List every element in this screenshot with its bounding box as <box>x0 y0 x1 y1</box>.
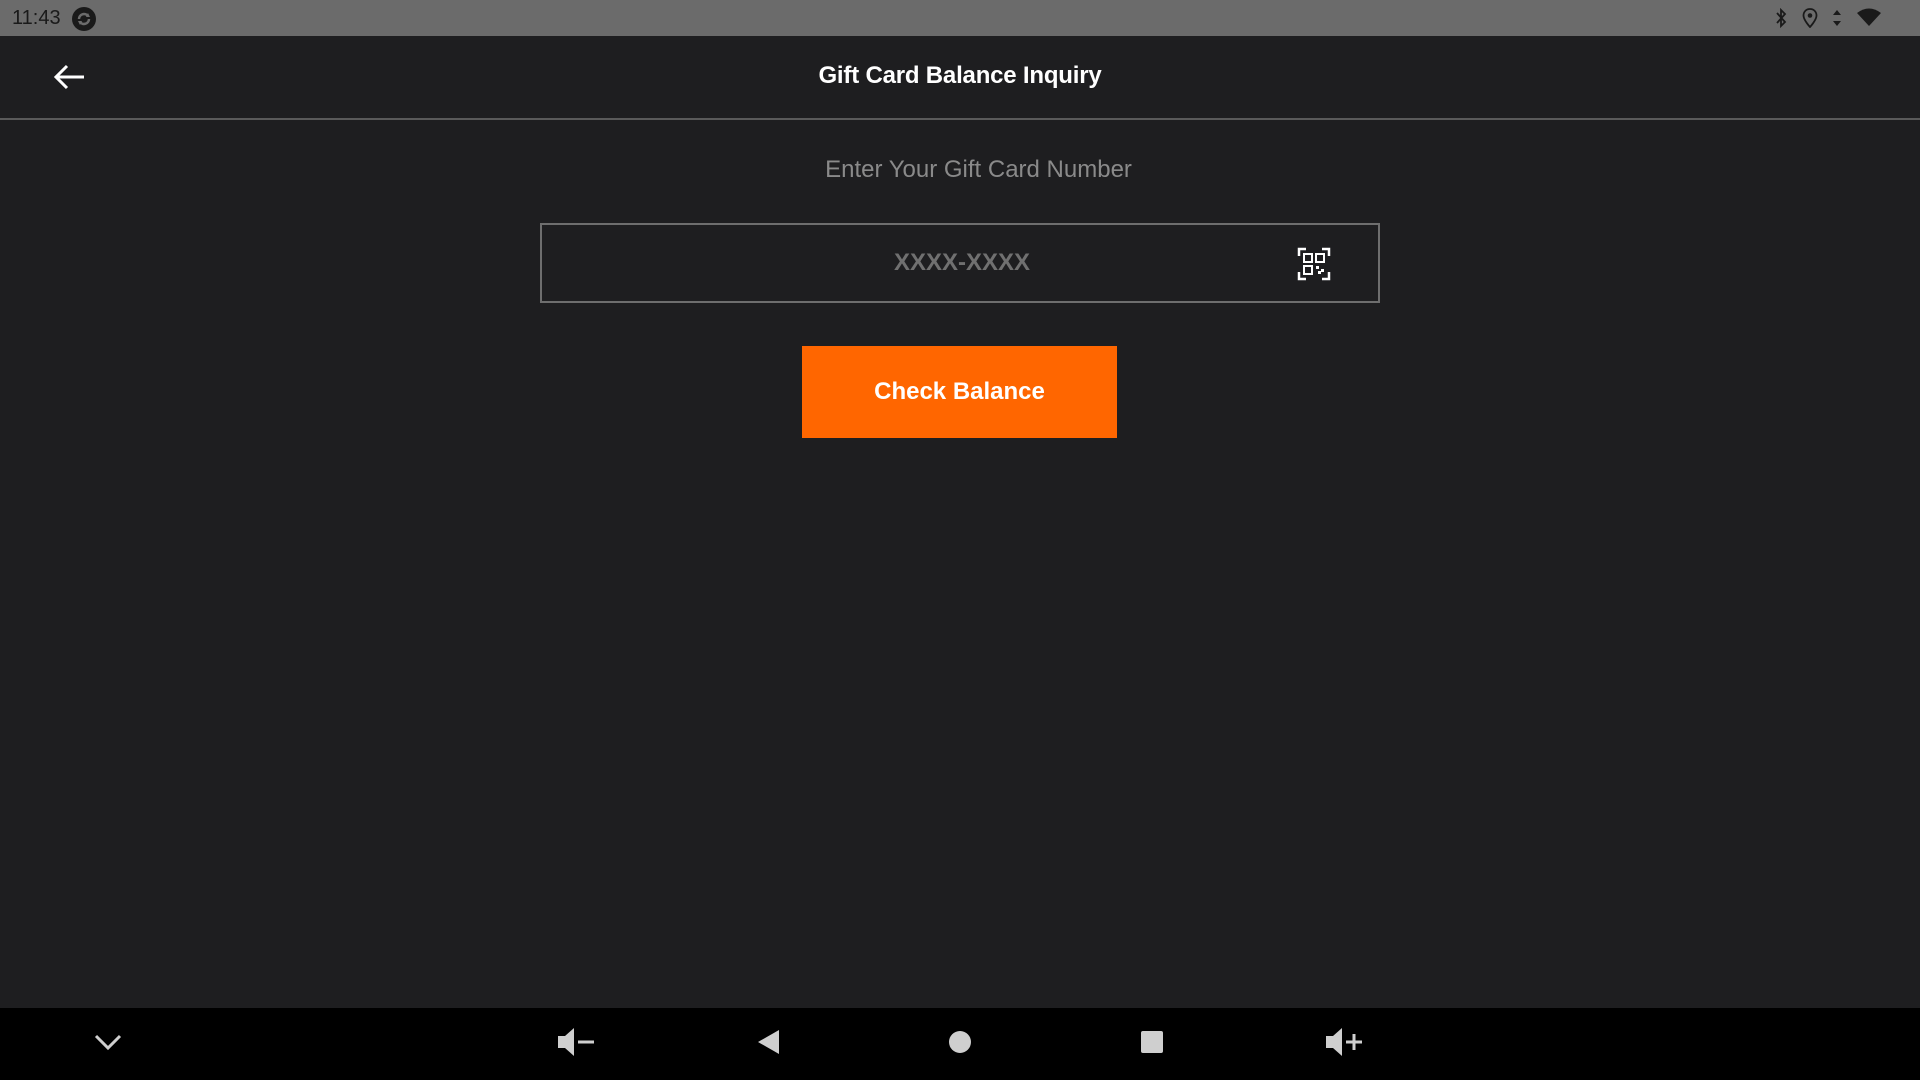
collapse-icon <box>93 1032 123 1057</box>
nav-recents-button[interactable] <box>1132 1026 1172 1062</box>
wifi-icon <box>1856 8 1882 28</box>
sync-app-icon <box>71 6 96 31</box>
nav-back-button[interactable] <box>748 1026 788 1062</box>
collapse-nav-button[interactable] <box>88 1026 128 1062</box>
status-bar: 11:43 <box>0 0 1920 36</box>
qr-scan-button[interactable] <box>1297 247 1331 281</box>
data-arrows-icon <box>1832 8 1842 28</box>
location-icon <box>1802 8 1818 28</box>
back-triangle-icon <box>755 1028 781 1061</box>
qr-code-scan-icon <box>1297 247 1331 285</box>
app-header: Gift Card Balance Inquiry <box>0 36 1920 120</box>
volume-up-button[interactable] <box>1324 1026 1364 1062</box>
volume-down-button[interactable] <box>556 1026 596 1062</box>
card-number-input[interactable] <box>542 225 1382 301</box>
recents-square-icon <box>1139 1029 1165 1060</box>
volume-up-icon <box>1324 1026 1364 1063</box>
screen: 11:43 Gift Card Balance Inquiry Enter Yo… <box>0 0 1920 1080</box>
bluetooth-icon <box>1774 8 1788 28</box>
status-icons <box>1774 8 1908 28</box>
volume-down-icon <box>556 1026 596 1063</box>
home-circle-icon <box>947 1029 973 1060</box>
navigation-bar <box>0 1008 1920 1080</box>
page-title: Gift Card Balance Inquiry <box>818 62 1102 89</box>
check-balance-button[interactable]: Check Balance <box>802 346 1117 438</box>
status-time: 11:43 <box>12 6 61 29</box>
card-number-prompt: Enter Your Gift Card Number <box>825 156 1132 183</box>
card-number-field <box>540 223 1382 303</box>
nav-home-button[interactable] <box>940 1026 980 1062</box>
